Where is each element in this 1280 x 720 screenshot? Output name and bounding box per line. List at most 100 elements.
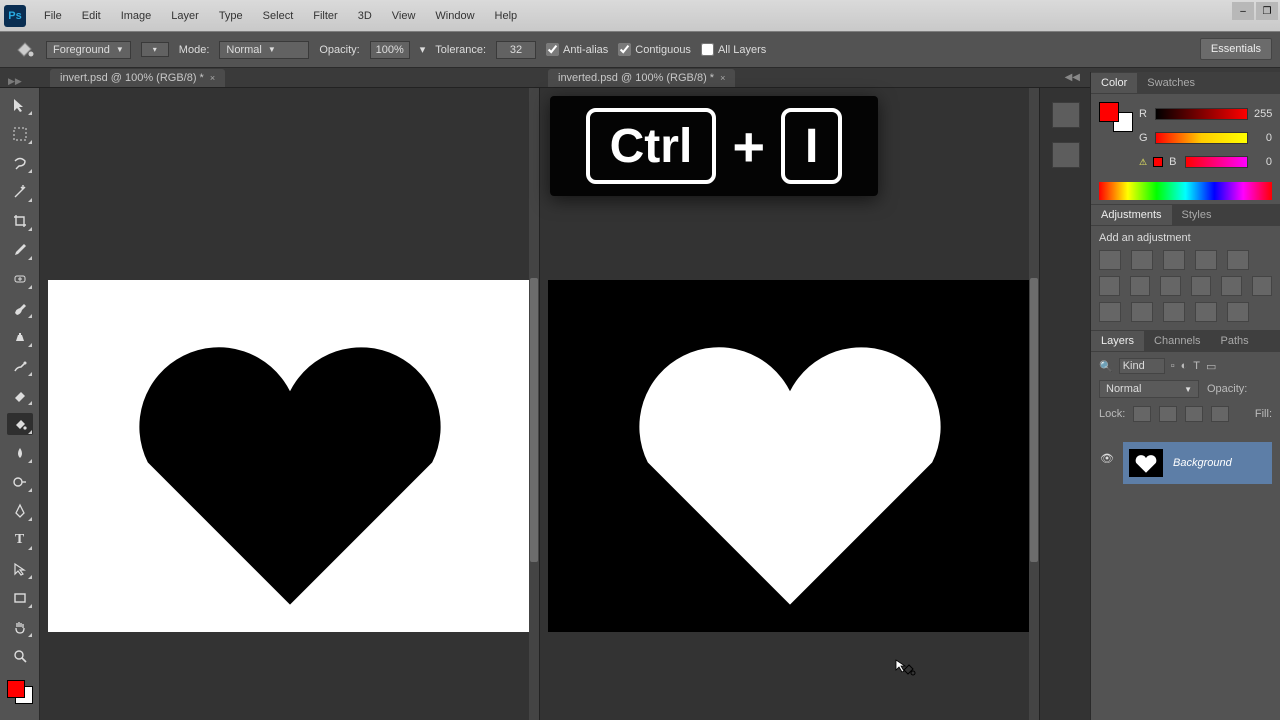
filter-type-icon[interactable]: T [1193,360,1200,372]
color-lookup-icon[interactable] [1221,276,1242,296]
color-swatch-pair[interactable] [1099,102,1133,132]
lock-transparency-icon[interactable] [1133,406,1151,422]
tab-adjustments[interactable]: Adjustments [1091,205,1172,225]
levels-icon[interactable] [1131,250,1153,270]
r-value[interactable]: 255 [1254,108,1272,120]
hand-tool[interactable] [7,616,33,638]
panel-collapse-icon[interactable]: ◀◀ [1065,72,1080,83]
tab-color[interactable]: Color [1091,73,1137,93]
pattern-picker[interactable]: ▾ [141,42,169,57]
pen-tool[interactable] [7,500,33,522]
move-tool[interactable] [7,94,33,116]
selective-color-icon[interactable] [1227,302,1249,322]
tolerance-input[interactable] [496,41,536,59]
curves-icon[interactable] [1163,250,1185,270]
foreground-background-swatch[interactable] [5,678,35,706]
all-layers-checkbox[interactable]: All Layers [701,43,766,56]
gradient-map-icon[interactable] [1195,302,1217,322]
magic-wand-tool[interactable] [7,181,33,203]
web-color-swatch[interactable] [1153,157,1163,167]
opacity-input[interactable] [370,41,410,59]
type-tool[interactable]: T [7,529,33,551]
color-ramp[interactable] [1099,182,1272,200]
dodge-tool[interactable] [7,471,33,493]
tab-swatches[interactable]: Swatches [1137,73,1205,93]
zoom-tool[interactable] [7,645,33,667]
window-minimize-button[interactable]: – [1232,2,1254,20]
hue-icon[interactable] [1099,276,1120,296]
lasso-tool[interactable] [7,152,33,174]
menu-view[interactable]: View [382,4,426,28]
properties-panel-icon[interactable] [1052,142,1080,168]
invert-icon[interactable] [1099,302,1121,322]
menu-filter[interactable]: Filter [303,4,347,28]
menu-layer[interactable]: Layer [161,4,209,28]
history-panel-icon[interactable] [1052,102,1080,128]
layer-row-background[interactable]: Background [1123,442,1272,484]
eyedropper-tool[interactable] [7,239,33,261]
canvas-left[interactable] [48,280,531,632]
channel-mixer-icon[interactable] [1191,276,1212,296]
marquee-tool[interactable] [7,123,33,145]
r-slider[interactable] [1155,108,1248,120]
lock-position-icon[interactable] [1185,406,1203,422]
exposure-icon[interactable] [1195,250,1217,270]
menu-help[interactable]: Help [485,4,528,28]
filter-shape-icon[interactable]: ▭ [1206,360,1216,373]
menu-edit[interactable]: Edit [72,4,111,28]
menu-file[interactable]: File [34,4,72,28]
menu-select[interactable]: Select [253,4,304,28]
layer-visibility-toggle[interactable]: 👁 [1099,450,1115,466]
b-value[interactable]: 0 [1254,156,1272,168]
menu-3d[interactable]: 3D [348,4,382,28]
eraser-tool[interactable] [7,384,33,406]
vertical-scrollbar[interactable] [529,88,539,720]
history-brush-tool[interactable] [7,355,33,377]
vertical-scrollbar[interactable] [1029,88,1039,720]
menu-image[interactable]: Image [111,4,162,28]
tab-layers[interactable]: Layers [1091,331,1144,351]
menu-window[interactable]: Window [425,4,484,28]
rectangle-tool[interactable] [7,587,33,609]
filter-kind-icon[interactable]: 🔍 [1099,360,1113,373]
brush-tool[interactable] [7,297,33,319]
posterize-icon[interactable] [1131,302,1153,322]
threshold-icon[interactable] [1163,302,1185,322]
chevron-down-icon[interactable]: ▾ [420,43,426,56]
vibrance-icon[interactable] [1227,250,1249,270]
brightness-icon[interactable] [1099,250,1121,270]
g-slider[interactable] [1155,132,1248,144]
paint-bucket-tool[interactable] [7,413,33,435]
crop-tool[interactable] [7,210,33,232]
close-icon[interactable]: × [210,73,215,83]
close-icon[interactable]: × [720,73,725,83]
filter-kind-input[interactable] [1119,358,1165,374]
tab-styles[interactable]: Styles [1172,205,1222,225]
filter-pixel-icon[interactable]: ▫ [1171,360,1175,372]
layer-blend-dropdown[interactable]: Normal▼ [1099,380,1199,398]
window-restore-button[interactable]: ❐ [1256,2,1278,20]
more-icon[interactable] [1252,276,1273,296]
healing-brush-tool[interactable] [7,268,33,290]
g-value[interactable]: 0 [1254,132,1272,144]
blend-mode-dropdown[interactable]: Normal▼ [219,41,309,59]
antialias-checkbox[interactable]: Anti-alias [546,43,608,56]
toolbar-collapse-icon[interactable]: ▶▶ [8,76,22,87]
canvas-right[interactable] [548,280,1031,632]
clone-stamp-tool[interactable] [7,326,33,348]
fill-source-dropdown[interactable]: Foreground▼ [46,41,131,59]
menu-type[interactable]: Type [209,4,253,28]
contiguous-checkbox[interactable]: Contiguous [618,43,691,56]
tab-channels[interactable]: Channels [1144,331,1210,351]
filter-adjust-icon[interactable]: ◐ [1181,360,1188,372]
document-tab-left[interactable]: invert.psd @ 100% (RGB/8) * × [50,69,225,87]
lock-all-icon[interactable] [1211,406,1229,422]
bw-icon[interactable] [1130,276,1151,296]
blur-tool[interactable] [7,442,33,464]
photo-filter-icon[interactable] [1160,276,1181,296]
b-slider[interactable] [1185,156,1248,168]
document-tab-right[interactable]: inverted.psd @ 100% (RGB/8) * × [548,69,735,87]
path-select-tool[interactable] [7,558,33,580]
lock-pixels-icon[interactable] [1159,406,1177,422]
workspace-switcher[interactable]: Essentials [1200,38,1272,60]
